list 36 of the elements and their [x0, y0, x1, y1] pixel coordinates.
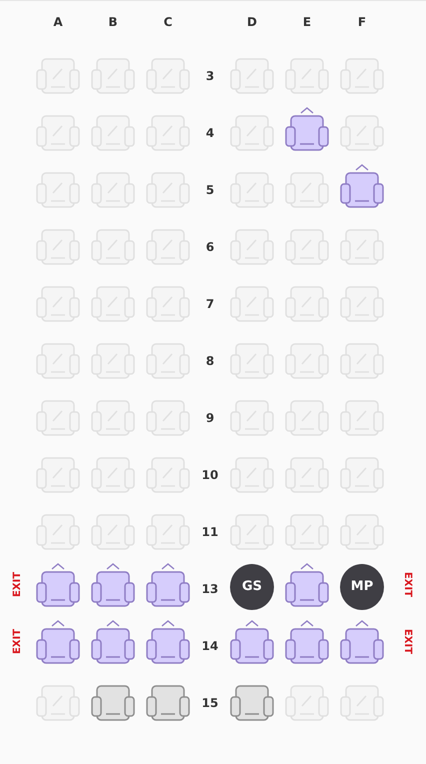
- row-number: 15: [202, 694, 218, 710]
- row-number: 6: [206, 238, 214, 254]
- seat-icon[interactable]: [91, 562, 135, 608]
- row-number: 7: [206, 296, 214, 310]
- passenger-seat[interactable]: MP: [340, 564, 384, 610]
- column-label: C: [164, 15, 172, 29]
- seat-icon[interactable]: [285, 562, 329, 608]
- row-number: 5: [206, 182, 214, 196]
- seat-icon[interactable]: [36, 562, 80, 608]
- column-label: E: [302, 15, 312, 29]
- seat-icon[interactable]: [91, 618, 135, 664]
- row-number: 4: [206, 124, 214, 140]
- seat-icon[interactable]: [146, 618, 190, 664]
- seat-icon[interactable]: [230, 618, 274, 664]
- seat-icon[interactable]: [340, 618, 384, 664]
- seat-icon[interactable]: [285, 106, 329, 152]
- exit-label: EXIT: [402, 628, 414, 654]
- column-label: A: [53, 15, 63, 29]
- row-number: 13: [202, 580, 218, 596]
- seat-icon[interactable]: [340, 162, 384, 208]
- seat-icon[interactable]: [146, 562, 190, 608]
- row-number: 3: [206, 68, 214, 82]
- row-number: 11: [202, 524, 218, 538]
- row-number: 14: [202, 638, 218, 652]
- seat-icon[interactable]: [285, 618, 329, 664]
- exit-label: EXIT: [12, 572, 24, 598]
- column-label: F: [358, 15, 366, 29]
- row-number: 10: [202, 466, 218, 482]
- exit-label: EXIT: [402, 572, 414, 598]
- row-number: 9: [206, 410, 214, 424]
- seat-icon[interactable]: [36, 618, 80, 664]
- exit-label: EXIT: [12, 628, 24, 654]
- passenger-seat[interactable]: GS: [230, 564, 274, 610]
- column-label: D: [247, 15, 257, 29]
- row-number: 8: [206, 352, 214, 368]
- column-label: B: [108, 15, 118, 29]
